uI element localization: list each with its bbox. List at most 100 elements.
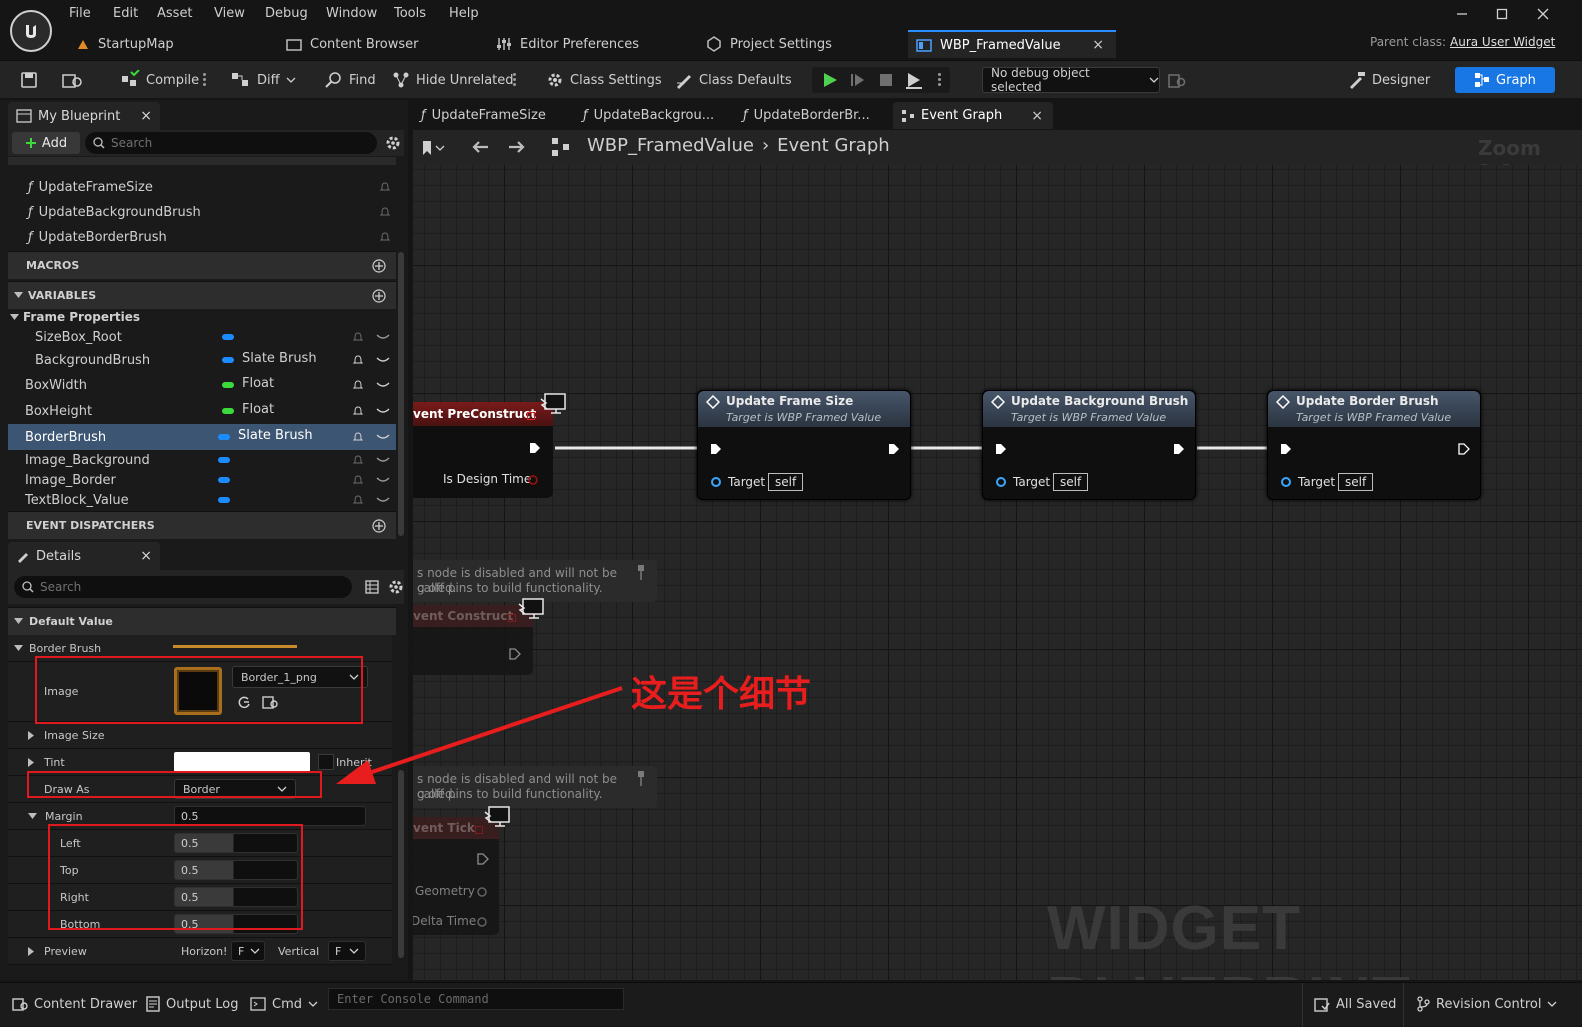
exec-out-pin[interactable] bbox=[888, 443, 900, 455]
simulate-icon[interactable] bbox=[905, 71, 923, 89]
stop-icon[interactable] bbox=[878, 72, 894, 88]
maximize-icon[interactable] bbox=[1496, 8, 1508, 20]
class-defaults-button[interactable]: Class Defaults bbox=[675, 61, 792, 99]
variable-item[interactable]: BackgroundBrush Slate Brush bbox=[8, 348, 396, 372]
forward-arrow-icon[interactable] bbox=[507, 139, 527, 155]
event-tick-node[interactable]: vent Tick Geometry Delta Time bbox=[413, 817, 499, 935]
save-icon[interactable] bbox=[20, 71, 38, 89]
graph-tab-updateframesize[interactable]: ƒ UpdateFrameSize bbox=[421, 102, 546, 129]
vertical-select[interactable]: F bbox=[328, 941, 366, 961]
my-blueprint-scrollbar[interactable] bbox=[398, 252, 404, 536]
doc-tab-wbp-framedvalue[interactable]: WBP_FramedValue × bbox=[908, 30, 1116, 58]
menu-help[interactable]: Help bbox=[449, 6, 479, 21]
update-border-brush-node[interactable]: Update Border Brush Target is WBP Framed… bbox=[1267, 390, 1481, 500]
eye-closed-icon[interactable] bbox=[376, 333, 390, 341]
menu-edit[interactable]: Edit bbox=[113, 6, 138, 21]
variable-item[interactable]: BoxHeight Float bbox=[8, 399, 396, 423]
my-blueprint-tab[interactable]: My Blueprint × bbox=[8, 102, 160, 130]
console-command-input[interactable]: Enter Console Command bbox=[328, 988, 624, 1010]
debug-browse-icon[interactable] bbox=[1168, 71, 1186, 89]
eye-closed-icon[interactable] bbox=[376, 407, 390, 415]
eye-closed-icon[interactable] bbox=[376, 381, 390, 389]
hide-unrelated-button[interactable]: Hide Unrelated bbox=[392, 61, 514, 99]
unreal-logo-icon[interactable] bbox=[10, 10, 52, 52]
details-scrollbar[interactable] bbox=[398, 770, 404, 958]
all-saved-button[interactable]: All Saved bbox=[1314, 991, 1396, 1017]
close-tab-icon[interactable]: × bbox=[1031, 108, 1043, 124]
doc-tab-editor-preferences[interactable]: Editor Preferences bbox=[496, 30, 639, 58]
add-circle-icon[interactable] bbox=[372, 519, 386, 533]
graph-tab-updatebackgroundbrush[interactable]: ƒ UpdateBackgrou... bbox=[583, 102, 714, 129]
bool-pin[interactable] bbox=[527, 474, 539, 486]
doc-tab-startupmap[interactable]: StartupMap bbox=[76, 30, 174, 58]
menu-debug[interactable]: Debug bbox=[265, 6, 308, 21]
menu-view[interactable]: View bbox=[214, 6, 245, 21]
doc-tab-project-settings[interactable]: Project Settings bbox=[706, 30, 832, 58]
bookmark-icon[interactable] bbox=[421, 140, 445, 156]
float-pin[interactable] bbox=[476, 916, 488, 928]
menu-asset[interactable]: Asset bbox=[157, 6, 193, 21]
delegate-pin[interactable] bbox=[475, 826, 483, 834]
self-default-value[interactable]: self bbox=[1053, 473, 1089, 491]
exec-out-pin-unconnected[interactable] bbox=[1458, 443, 1470, 455]
details-tab[interactable]: Details × bbox=[8, 542, 160, 570]
margin-value[interactable]: 0.5 bbox=[174, 806, 366, 826]
designer-mode-button[interactable]: Designer bbox=[1348, 61, 1430, 99]
self-default-value[interactable]: self bbox=[768, 473, 804, 491]
struct-pin[interactable] bbox=[476, 886, 488, 898]
menu-tools[interactable]: Tools bbox=[394, 6, 426, 21]
class-settings-button[interactable]: Class Settings bbox=[546, 61, 662, 99]
browse-icon[interactable] bbox=[62, 71, 84, 89]
add-button[interactable]: Add bbox=[12, 132, 80, 154]
close-window-icon[interactable] bbox=[1537, 8, 1549, 20]
update-background-brush-node[interactable]: Update Background Brush Target is WBP Fr… bbox=[982, 390, 1196, 500]
default-value-header[interactable]: Default Value bbox=[8, 607, 396, 635]
graph-canvas[interactable]: vent PreConstruct Is Design Time Update … bbox=[413, 165, 1582, 980]
tint-color-swatch[interactable] bbox=[174, 752, 310, 772]
variable-item-selected[interactable]: BorderBrush Slate Brush bbox=[8, 424, 396, 450]
compile-options-icon[interactable] bbox=[203, 71, 207, 89]
table-view-icon[interactable] bbox=[365, 580, 379, 594]
cmd-select[interactable]: Cmd bbox=[250, 991, 318, 1017]
horizontal-select[interactable]: F bbox=[231, 941, 265, 961]
delegate-pin[interactable] bbox=[508, 614, 516, 622]
close-tab-icon[interactable]: × bbox=[140, 108, 152, 124]
revision-control-button[interactable]: Revision Control bbox=[1416, 991, 1557, 1017]
macros-header[interactable]: MACROS bbox=[8, 251, 396, 279]
close-tab-icon[interactable]: × bbox=[140, 548, 152, 564]
exec-in-pin[interactable] bbox=[1280, 443, 1292, 455]
object-pin[interactable] bbox=[995, 476, 1009, 488]
my-blueprint-search-input[interactable]: Search bbox=[85, 132, 377, 154]
eye-closed-icon[interactable] bbox=[376, 456, 390, 464]
self-default-value[interactable]: self bbox=[1338, 473, 1374, 491]
step-icon[interactable] bbox=[850, 72, 866, 88]
expand-arrow-icon[interactable] bbox=[28, 757, 34, 767]
eye-closed-icon[interactable] bbox=[376, 433, 390, 441]
exec-in-pin[interactable] bbox=[995, 443, 1007, 455]
details-search-input[interactable]: Search bbox=[14, 576, 352, 598]
pin-icon[interactable] bbox=[635, 564, 647, 582]
event-preconstruct-node[interactable]: vent PreConstruct Is Design Time bbox=[413, 402, 553, 498]
gear-icon[interactable] bbox=[385, 135, 401, 151]
add-circle-icon[interactable] bbox=[372, 289, 386, 303]
debug-object-select[interactable]: No debug object selected bbox=[982, 66, 1160, 94]
pin-icon[interactable] bbox=[635, 770, 647, 788]
exec-out-pin-unconnected[interactable] bbox=[509, 648, 521, 660]
object-pin[interactable] bbox=[1280, 476, 1294, 488]
object-pin[interactable] bbox=[710, 476, 724, 488]
menu-file[interactable]: File bbox=[69, 6, 91, 21]
find-button[interactable]: Find bbox=[325, 61, 376, 99]
variable-item[interactable]: TextBlock_Value bbox=[8, 488, 396, 512]
close-tab-icon[interactable]: × bbox=[1092, 37, 1104, 53]
exec-in-pin[interactable] bbox=[710, 443, 722, 455]
doc-tab-content-browser[interactable]: Content Browser bbox=[286, 30, 419, 58]
add-circle-icon[interactable] bbox=[372, 259, 386, 273]
delegate-pin[interactable] bbox=[527, 412, 535, 420]
breadcrumb-root[interactable]: WBP_FramedValue bbox=[587, 135, 754, 156]
function-item[interactable]: ƒ UpdateBackgroundBrush bbox=[8, 200, 396, 224]
exec-out-pin[interactable] bbox=[1173, 443, 1185, 455]
exec-out-pin[interactable] bbox=[529, 442, 541, 454]
play-options-icon[interactable] bbox=[938, 71, 942, 89]
variable-item[interactable]: BoxWidth Float bbox=[8, 373, 396, 397]
play-icon[interactable] bbox=[822, 72, 838, 88]
